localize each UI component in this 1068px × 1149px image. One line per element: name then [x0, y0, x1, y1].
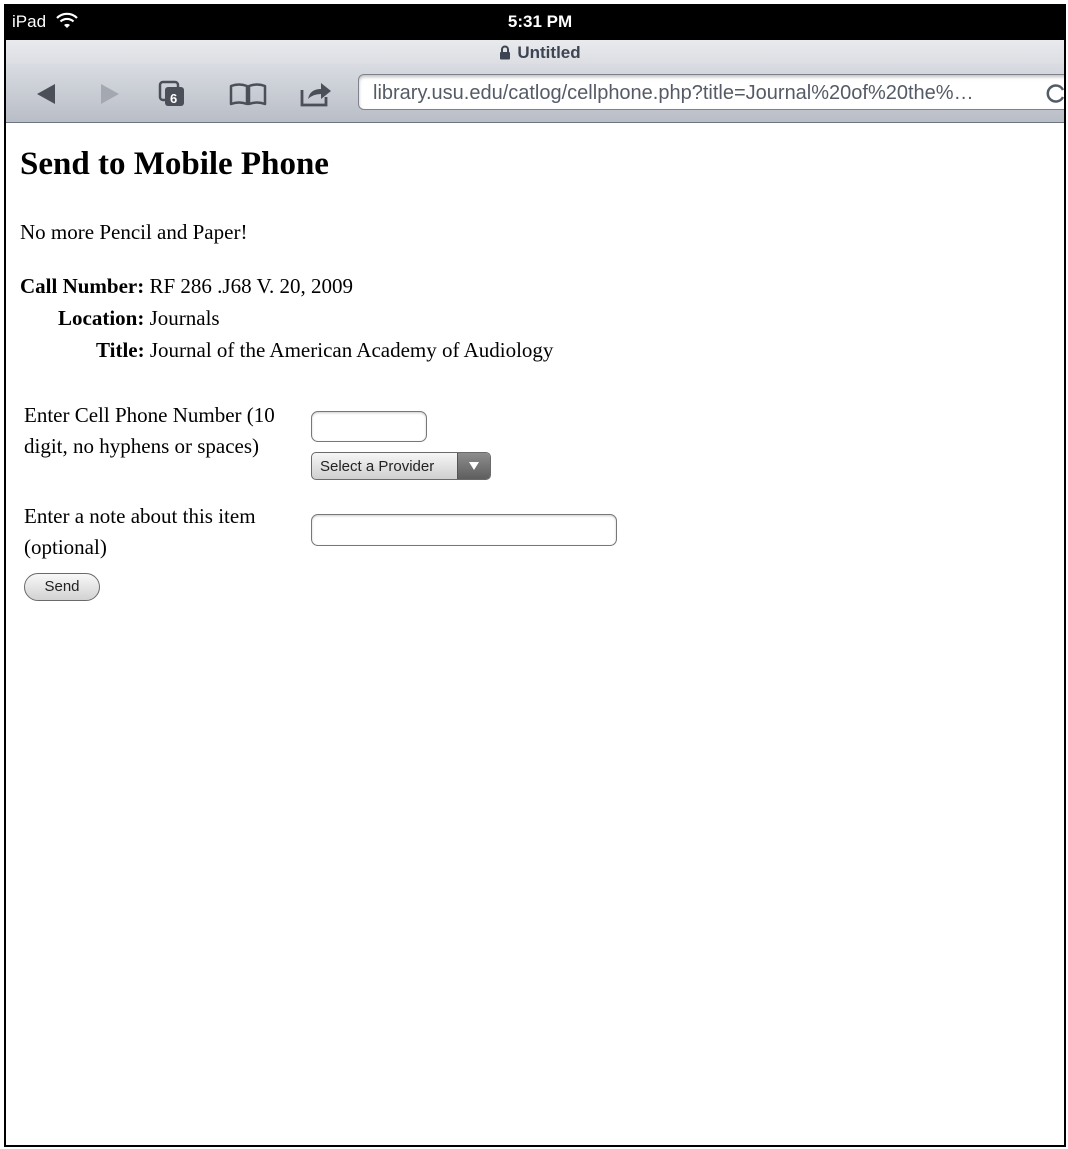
page-heading: Send to Mobile Phone [20, 146, 329, 182]
address-bar[interactable]: library.usu.edu/catlog/cellphone.php?tit… [358, 74, 1066, 110]
location-row: Location: Journals [58, 306, 220, 331]
title-label: Title: [96, 338, 145, 362]
chevron-down-icon [457, 453, 490, 479]
back-arrow-icon [37, 84, 55, 104]
reload-icon[interactable] [1045, 82, 1066, 104]
call-number-value: RF 286 .J68 V. 20, 2009 [149, 274, 353, 298]
bookmarks-button[interactable] [226, 78, 270, 110]
share-icon [300, 83, 331, 107]
browser-toolbar: 6 library.usu.edu/catlog/cellphone.php?t… [6, 64, 1066, 123]
browser-page-title: Untitled [517, 43, 581, 62]
forward-button[interactable] [90, 78, 130, 110]
call-number-row: Call Number: RF 286 .J68 V. 20, 2009 [20, 274, 353, 299]
page-title-bar: Untitled [6, 40, 1064, 64]
url-text: library.usu.edu/catlog/cellphone.php?tit… [373, 82, 974, 104]
tab-count: 6 [170, 91, 178, 106]
share-button[interactable] [296, 78, 336, 110]
call-number-label: Call Number: [20, 274, 145, 298]
phone-number-label: Enter Cell Phone Number (10 digit, no hy… [24, 403, 275, 458]
note-input[interactable] [311, 514, 617, 546]
tabs-button[interactable]: 6 [156, 78, 192, 110]
back-button[interactable] [26, 78, 66, 110]
page-content: Send to Mobile Phone No more Pencil and … [20, 124, 1064, 1145]
tagline: No more Pencil and Paper! [20, 220, 248, 244]
location-label: Location: [58, 306, 145, 330]
status-time: 5:31 PM [507, 12, 573, 31]
title-value: Journal of the American Academy of Audio… [149, 338, 554, 362]
send-button[interactable]: Send [24, 573, 100, 601]
browser-window: iPad 5:31 PM Untitled 6 library.usu.edu/… [4, 4, 1066, 1147]
forward-arrow-icon [101, 84, 119, 104]
location-value: Journals [149, 306, 220, 330]
lock-icon [500, 45, 511, 60]
note-label: Enter a note about this item (optional) [24, 504, 256, 559]
phone-number-input[interactable] [311, 411, 427, 442]
status-bar: iPad 5:31 PM [6, 4, 1064, 40]
provider-selected-value: Select a Provider [320, 458, 435, 475]
provider-select[interactable]: Select a Provider [311, 452, 491, 480]
book-icon [229, 83, 267, 106]
title-row: Title: Journal of the American Academy o… [96, 338, 553, 363]
